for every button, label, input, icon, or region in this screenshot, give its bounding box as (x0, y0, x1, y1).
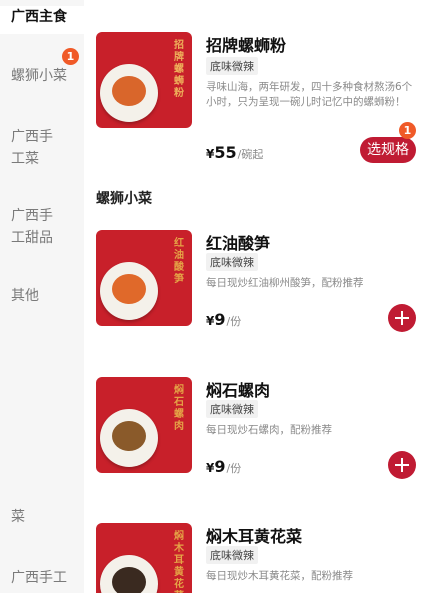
food-shape (112, 421, 146, 451)
price-value: 9 (214, 310, 226, 329)
spice-tag: 底味微辣 (206, 546, 258, 564)
sidebar-item-handmade-desserts[interactable]: 广西手工甜品 (0, 205, 64, 249)
dish-image: 焖石螺肉 (96, 377, 192, 473)
dish-card-pickled-bamboo[interactable]: 红油酸笋 红油酸笋 底味微辣 每日现炒红油柳州酸笋，配粉推荐 ¥9/份 (84, 230, 433, 332)
sidebar-item-label: 广西手工甜品 (11, 208, 53, 246)
sidebar-count-badge: 1 (62, 48, 79, 65)
dish-description: 每日现炒红油柳州酸笋，配粉推荐 (206, 277, 364, 289)
sidebar-item-label: 广西手工菜 (11, 129, 53, 167)
dish-price: ¥55/碗起 (206, 143, 263, 162)
food-shape (112, 76, 146, 106)
food-shape (112, 274, 146, 304)
sidebar-item-handmade-partial[interactable]: 广西手工 (0, 567, 84, 589)
category-sidebar: 广西主食 螺狮小菜 1 广西手工菜 广西手工甜品 其他 菜 广西手工 (0, 0, 84, 593)
price-unit: /碗起 (237, 148, 264, 161)
sidebar-item-guangxi-staples[interactable]: 广西主食 (0, 6, 84, 34)
bowl-shape (100, 409, 158, 467)
add-to-cart-button[interactable] (388, 304, 416, 332)
dish-description: 每日现炒石螺肉，配粉推荐 (206, 424, 332, 436)
image-decoration: 焖木耳黄花菜 (174, 531, 184, 593)
image-decoration: 招牌螺蛳粉 (174, 40, 184, 99)
sidebar-item-dishes-partial[interactable]: 菜 (0, 506, 84, 528)
sidebar-item-label: 螺狮小菜 (11, 68, 67, 84)
price-unit: /份 (226, 315, 242, 328)
sidebar-item-label: 广西主食 (11, 9, 67, 25)
dish-price: ¥9/份 (206, 457, 241, 476)
dish-name: 焖木耳黄花菜 (206, 527, 303, 546)
spice-tag: 底味微辣 (206, 400, 258, 418)
price-value: 9 (214, 457, 226, 476)
spice-tag: 底味微辣 (206, 253, 258, 271)
dish-name: 焖石螺肉 (206, 381, 271, 400)
dish-image: 焖木耳黄花菜 (96, 523, 192, 593)
bowl-shape (100, 64, 158, 122)
bowl-shape (100, 262, 158, 320)
menu-list: 招牌螺蛳粉 招牌螺蛳粉 底味微辣 寻味山海，两年研发，四十多种食材熬汤6个小时，… (84, 0, 433, 593)
sidebar-item-handmade-dishes[interactable]: 广西手工菜 (0, 126, 64, 170)
spice-tag: 底味微辣 (206, 57, 258, 75)
dish-name: 招牌螺蛳粉 (206, 36, 287, 55)
dish-name: 红油酸笋 (206, 234, 271, 253)
sidebar-item-other[interactable]: 其他 (0, 285, 84, 307)
image-decoration: 焖石螺肉 (174, 385, 184, 432)
dish-card-fungus-daylily[interactable]: 焖木耳黄花菜 焖木耳黄花菜 底味微辣 每日现炒木耳黄花菜，配粉推荐 (84, 523, 433, 593)
section-title: 螺狮小菜 (96, 191, 152, 207)
sidebar-item-label: 广西手工 (11, 570, 67, 586)
sidebar-item-label: 其他 (11, 288, 39, 304)
dish-card-signature-luosifen[interactable]: 招牌螺蛳粉 招牌螺蛳粉 底味微辣 寻味山海，两年研发，四十多种食材熬汤6个小时，… (84, 32, 433, 172)
dish-price: ¥9/份 (206, 310, 241, 329)
dish-description: 寻味山海，两年研发，四十多种食材熬汤6个小时，只为呈现一碗儿时记忆中的螺蛳粉！ (206, 81, 413, 108)
image-decoration: 红油酸笋 (174, 238, 184, 285)
dish-image: 红油酸笋 (96, 230, 192, 326)
dish-image: 招牌螺蛳粉 (96, 32, 192, 128)
select-spec-button[interactable]: 选规格 (360, 137, 416, 163)
bowl-shape (100, 555, 158, 593)
price-unit: /份 (226, 462, 242, 475)
food-shape (112, 567, 146, 593)
sidebar-item-snail-side-dishes[interactable]: 螺狮小菜 (0, 65, 84, 87)
dish-description: 每日现炒木耳黄花菜，配粉推荐 (206, 570, 353, 582)
add-to-cart-button[interactable] (388, 451, 416, 479)
spec-count-badge: 1 (399, 122, 416, 139)
dish-card-stewed-snail-meat[interactable]: 焖石螺肉 焖石螺肉 底味微辣 每日现炒石螺肉，配粉推荐 ¥9/份 (84, 377, 433, 479)
sidebar-item-label: 菜 (11, 509, 25, 525)
price-value: 55 (214, 143, 237, 162)
